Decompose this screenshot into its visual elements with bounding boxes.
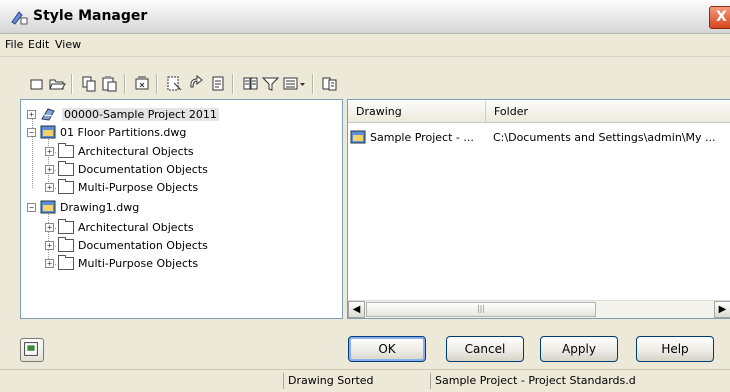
tree-node-folder[interactable]: + Architectural Objects — [45, 142, 194, 160]
status-sort: Drawing Sorted — [283, 373, 422, 389]
menu-view[interactable]: View — [55, 38, 81, 51]
list-cell-folder: C:\Documents and Settings\admin\My ... — [493, 130, 716, 144]
purge-icon[interactable] — [134, 75, 151, 92]
open-icon[interactable] — [49, 75, 66, 92]
column-header-folder[interactable]: Folder — [486, 101, 730, 123]
toolbar — [0, 57, 730, 97]
tree-node-label: Multi-Purpose Objects — [78, 256, 199, 270]
tree-node-label: 00000-Sample Project 2011 — [62, 107, 219, 121]
tree-node-label: Documentation Objects — [78, 238, 208, 252]
list-item[interactable]: Sample Project - ... C:\Documents and Se… — [350, 128, 715, 146]
collapse-icon[interactable]: − — [27, 127, 36, 137]
status-bar: Drawing Sorted Sample Project - Project … — [0, 369, 730, 392]
tree-node-folder[interactable]: + Documentation Objects — [45, 160, 208, 178]
status-standards: Sample Project - Project Standards.d — [430, 373, 713, 389]
ok-button[interactable]: OK — [348, 336, 426, 362]
folder-icon — [58, 178, 74, 194]
scroll-right-button[interactable]: ▶ — [714, 301, 730, 318]
tree-node-label: 01 Floor Partitions.dwg — [60, 125, 187, 139]
collapse-icon[interactable]: − — [27, 202, 36, 212]
tree-node-drawing[interactable]: − Drawing1.dwg — [27, 198, 139, 216]
window-title: Style Manager — [33, 8, 148, 24]
toggle-view-icon[interactable] — [242, 75, 259, 92]
style-tree[interactable]: + 00000-Sample Project 2011 − 01 Floor P… — [20, 99, 343, 319]
toggle-view-icon — [24, 342, 38, 356]
expand-icon[interactable]: + — [45, 222, 54, 232]
folder-icon — [58, 218, 74, 234]
toggle-view-button[interactable] — [20, 338, 44, 362]
tree-node-label: Drawing1.dwg — [60, 200, 140, 214]
tree-node-drawing[interactable]: − 01 Floor Partitions.dwg — [27, 123, 186, 141]
tree-node-label: Architectural Objects — [78, 220, 194, 234]
tree-node-project[interactable]: + 00000-Sample Project 2011 — [27, 105, 219, 123]
tree-node-folder[interactable]: + Multi-Purpose Objects — [45, 254, 198, 272]
tree-node-folder[interactable]: + Multi-Purpose Objects — [45, 178, 198, 196]
drawing-icon — [40, 125, 56, 139]
tree-node-label: Documentation Objects — [78, 162, 208, 176]
properties-icon[interactable] — [210, 75, 227, 92]
title-bar: Style Manager X — [0, 0, 730, 34]
expand-icon[interactable]: + — [27, 109, 36, 119]
style-manager-icon — [11, 11, 28, 25]
menu-edit[interactable]: Edit — [28, 38, 49, 51]
tree-node-folder[interactable]: + Documentation Objects — [45, 236, 208, 254]
rename-icon[interactable] — [188, 75, 205, 92]
column-header-drawing[interactable]: Drawing — [348, 101, 486, 123]
paste-icon[interactable] — [101, 75, 118, 92]
expand-icon[interactable]: + — [45, 146, 54, 156]
filter-icon[interactable] — [262, 75, 279, 92]
scrollbar-thumb[interactable]: ||| — [366, 302, 596, 317]
edit-style-icon[interactable] — [166, 75, 183, 92]
sort-icon[interactable] — [321, 75, 338, 92]
close-button[interactable]: X — [709, 6, 730, 29]
cancel-button[interactable]: Cancel — [446, 336, 524, 362]
scroll-left-button[interactable]: ◀ — [348, 301, 365, 318]
menu-file[interactable]: File — [5, 38, 23, 51]
folder-icon — [58, 236, 74, 252]
copy-icon[interactable] — [81, 75, 98, 92]
expand-icon[interactable]: + — [45, 258, 54, 268]
project-icon — [41, 108, 55, 121]
drawing-icon — [40, 200, 56, 214]
menu-bar: File Edit View — [0, 34, 730, 57]
horizontal-scrollbar[interactable]: ◀ ||| ▶ — [348, 300, 730, 318]
apply-button[interactable]: Apply — [540, 336, 618, 362]
drawing-list[interactable]: Drawing Folder Sample Project - ... C:\D… — [347, 99, 730, 319]
list-cell-drawing: Sample Project - ... — [370, 130, 474, 144]
tree-node-label: Multi-Purpose Objects — [78, 180, 199, 194]
folder-icon — [58, 142, 74, 158]
drawing-icon — [350, 130, 366, 144]
tree-node-label: Architectural Objects — [78, 144, 194, 158]
folder-icon — [58, 254, 74, 270]
expand-icon[interactable]: + — [45, 182, 54, 192]
folder-icon — [58, 160, 74, 176]
help-button[interactable]: Help — [636, 336, 714, 362]
view-options-icon[interactable] — [283, 75, 307, 92]
expand-icon[interactable]: + — [45, 240, 54, 250]
expand-icon[interactable]: + — [45, 164, 54, 174]
new-icon[interactable] — [29, 75, 46, 92]
tree-node-folder[interactable]: + Architectural Objects — [45, 218, 194, 236]
